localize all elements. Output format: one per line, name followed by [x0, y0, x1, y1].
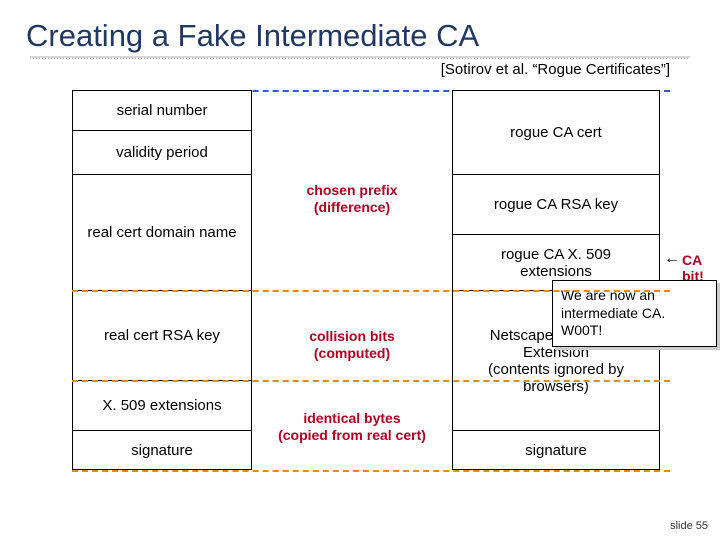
cell-real-rsa: real cert RSA key: [72, 290, 252, 380]
title-rule: [30, 56, 690, 59]
slide-title: Creating a Fake Intermediate CA: [0, 0, 720, 56]
dashed-sep-3: [72, 470, 670, 472]
cell-rogue-rsa: rogue CA RSA key: [452, 174, 660, 234]
rogue-ext-l2: extensions: [520, 263, 592, 280]
dashed-sep-1: [72, 290, 670, 292]
cell-serial: serial number: [72, 90, 252, 130]
cell-validity: validity period: [72, 130, 252, 174]
identical-line2: (copied from real cert): [278, 427, 426, 443]
cell-x509: X. 509 extensions: [72, 380, 252, 430]
prefix-line2: (difference): [314, 199, 390, 215]
cell-signature-left: signature: [72, 430, 252, 470]
dashed-sep-2: [72, 380, 670, 382]
citation: [Sotirov et al. “Rogue Certificates”]: [0, 59, 720, 78]
collision-line2: (computed): [314, 345, 390, 361]
cell-signature-right: signature: [452, 430, 660, 470]
prefix-line1: chosen prefix: [306, 182, 397, 198]
rogue-ext-l1: rogue CA X. 509: [501, 246, 611, 263]
callout-l2: intermediate CA.: [561, 305, 665, 321]
label-chosen-prefix: chosen prefix (difference): [252, 182, 452, 216]
cell-domain: real cert domain name: [72, 174, 252, 290]
callout-l3: W00T!: [561, 322, 602, 338]
collision-line1: collision bits: [309, 328, 395, 344]
label-identical-bytes: identical bytes (copied from real cert): [252, 410, 452, 444]
netscape-l3: (contents ignored by: [488, 361, 624, 378]
left-cert-column: serial number validity period real cert …: [72, 90, 252, 470]
cabit-arrow: ←: [664, 250, 680, 268]
cell-rogue-ca: rogue CA cert: [452, 90, 660, 174]
identical-line1: identical bytes: [303, 410, 400, 426]
label-collision-bits: collision bits (computed): [252, 328, 452, 362]
diagram: serial number validity period real cert …: [72, 90, 670, 500]
slide-number: slide 55: [670, 520, 708, 532]
